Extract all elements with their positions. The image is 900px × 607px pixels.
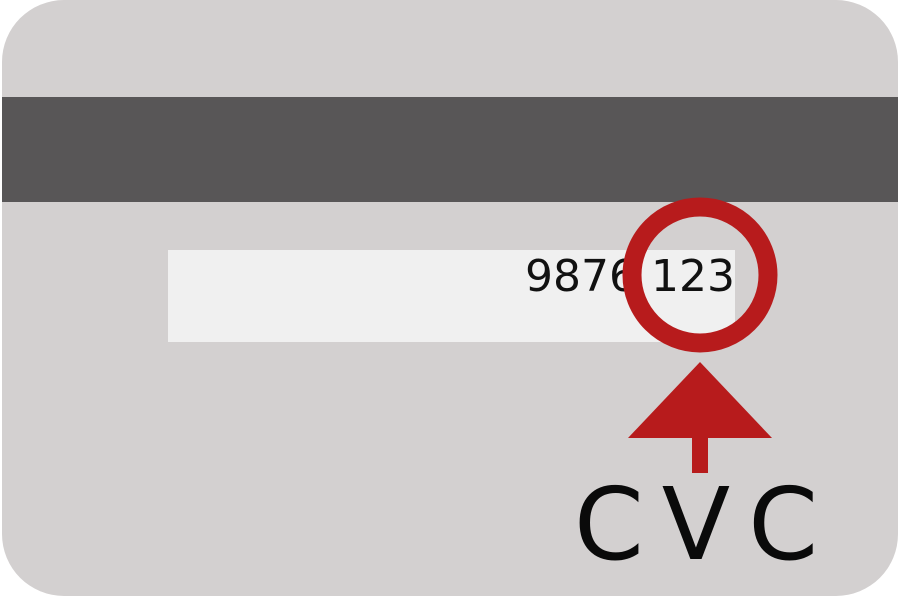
cvc-label: CVC [573, 466, 837, 583]
arrow-up-icon [628, 362, 772, 473]
arrow-head [628, 362, 772, 438]
circle-highlight-icon [622, 197, 778, 353]
